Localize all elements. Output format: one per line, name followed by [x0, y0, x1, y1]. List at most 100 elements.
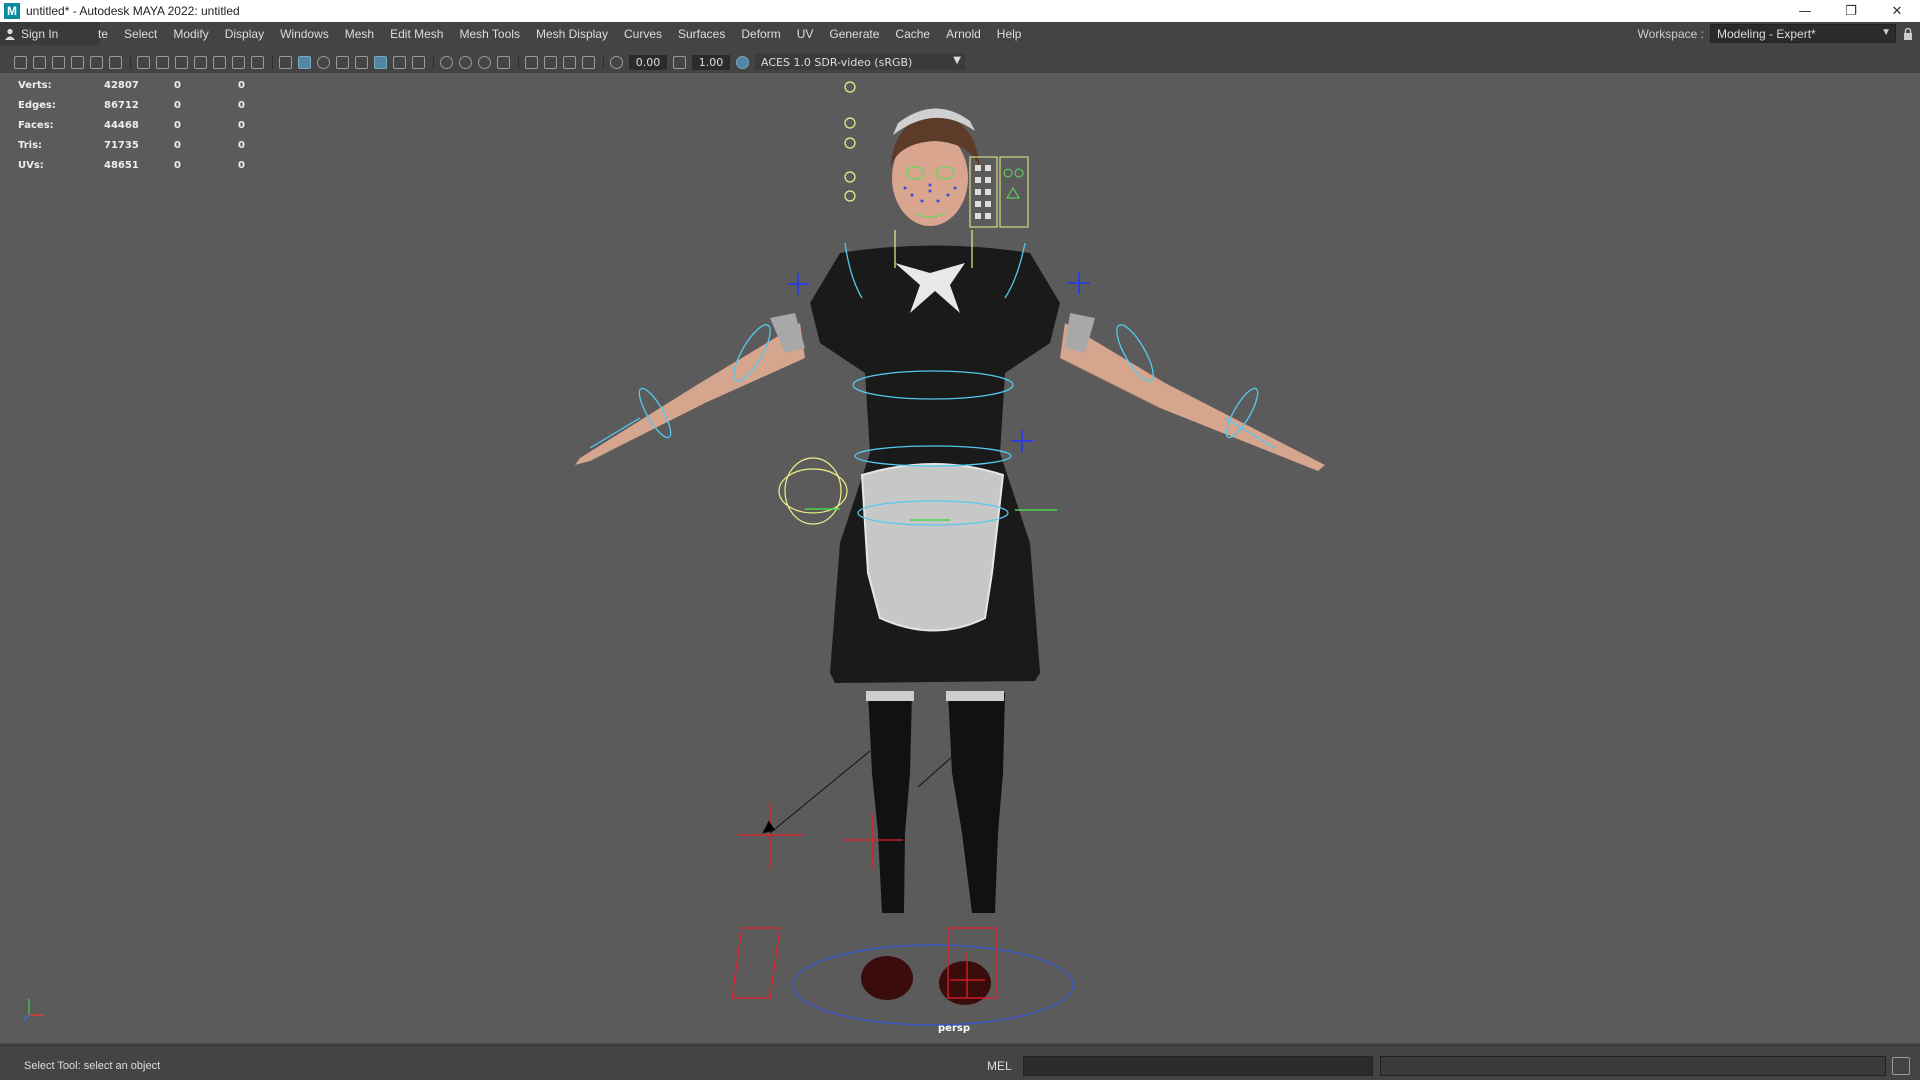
menu-item-windows[interactable]: Windows [272, 27, 337, 41]
script-editor-icon[interactable] [1892, 1057, 1910, 1075]
menu-item-cache[interactable]: Cache [887, 27, 938, 41]
gamma-field[interactable]: 1.00 [692, 54, 730, 70]
menu-item-select[interactable]: Select [116, 27, 165, 41]
menu-item-surfaces[interactable]: Surfaces [670, 27, 733, 41]
grease-pencil-icon[interactable] [90, 55, 103, 69]
textured-icon[interactable] [355, 55, 368, 69]
workspace-value: Modeling - Expert* [1717, 26, 1816, 41]
menu-item-curves[interactable]: Curves [616, 27, 670, 41]
pole-vector-lines [762, 750, 954, 834]
window-title: untitled* - Autodesk MAYA 2022: untitled [26, 4, 240, 18]
facial-control-panel[interactable] [969, 156, 1029, 228]
menu-item-arnold[interactable]: Arnold [938, 27, 989, 41]
resolution-gate-icon[interactable] [175, 55, 188, 69]
menu-item-mesh-display[interactable]: Mesh Display [528, 27, 616, 41]
select-camera-icon[interactable] [14, 55, 27, 69]
right-leg-mesh[interactable] [948, 693, 1005, 913]
view-transform-value: ACES 1.0 SDR-video (sRGB) [761, 55, 913, 69]
menu-item-partial[interactable]: te [98, 27, 116, 41]
menu-items: te Select Modify Display Windows Mesh Ed… [98, 22, 1029, 45]
workspace-label: Workspace : [1637, 26, 1704, 41]
chevron-down-icon: ▼ [1881, 27, 1891, 38]
maximize-button[interactable]: ❐ [1828, 0, 1874, 22]
sign-in-button[interactable]: Sign In [0, 22, 100, 45]
default-material-icon[interactable] [317, 55, 330, 69]
left-shoe-mesh[interactable] [861, 956, 913, 1000]
viewport-panel-toolbar: 0.00 1.00 ACES 1.0 SDR-video (sRGB) ▼ [0, 52, 1920, 72]
smooth-shade-icon[interactable] [298, 55, 311, 69]
wireframe-icon[interactable] [279, 55, 292, 69]
anti-aliasing-icon[interactable] [478, 55, 491, 69]
rigged-character-scene[interactable] [0, 73, 1920, 1043]
toolbar-separator [518, 55, 519, 69]
film-gate-icon[interactable] [156, 55, 169, 69]
window-controls: — ❐ ✕ [1782, 0, 1920, 22]
workspace-selector: Workspace : Modeling - Expert* ▼ [1638, 22, 1920, 45]
apron-mesh[interactable] [860, 463, 1005, 632]
minimize-button[interactable]: — [1782, 0, 1828, 22]
motion-blur-icon[interactable] [459, 55, 472, 69]
right-arm-mesh[interactable] [1060, 323, 1325, 471]
workspace-dropdown[interactable]: Modeling - Expert* ▼ [1710, 24, 1896, 43]
menu-item-display[interactable]: Display [217, 27, 272, 41]
left-arm-mesh[interactable] [575, 323, 805, 465]
isolate-select-icon[interactable] [525, 55, 538, 69]
exposure-field[interactable]: 0.00 [629, 54, 667, 70]
toolbar-separator [603, 55, 604, 69]
title-bar: M untitled* - Autodesk MAYA 2022: untitl… [0, 0, 1920, 22]
command-result-field [1380, 1056, 1886, 1076]
bookmarks-icon[interactable] [52, 55, 65, 69]
menu-item-help[interactable]: Help [989, 27, 1030, 41]
script-language-toggle[interactable]: MEL [987, 1059, 1012, 1073]
maya-logo-icon: M [4, 3, 20, 19]
mel-command-input[interactable] [1023, 1056, 1373, 1076]
menu-item-generate[interactable]: Generate [821, 27, 887, 41]
chevron-down-icon: ▼ [953, 55, 961, 66]
2d-pan-zoom-icon[interactable] [109, 55, 122, 69]
gate-mask-icon[interactable] [194, 55, 207, 69]
shadows-icon[interactable] [412, 55, 425, 69]
right-stocking-band [946, 691, 1004, 701]
toolbar-separator [272, 55, 273, 69]
user-icon [5, 28, 15, 40]
grid-icon[interactable] [137, 55, 150, 69]
command-line-bar: Select Tool: select an object MEL [0, 1052, 1920, 1080]
menu-item-mesh[interactable]: Mesh [337, 27, 382, 41]
lock-icon[interactable] [1896, 27, 1920, 40]
camera-attributes-icon[interactable] [33, 55, 46, 69]
left-leg-mesh[interactable] [868, 693, 912, 913]
menu-item-deform[interactable]: Deform [733, 27, 788, 41]
xray-icon[interactable] [374, 55, 387, 69]
field-chart-icon[interactable] [213, 55, 226, 69]
view-axis-icon [22, 999, 44, 1022]
menu-item-uv[interactable]: UV [789, 27, 822, 41]
menu-item-edit-mesh[interactable]: Edit Mesh [382, 27, 451, 41]
view-transform-dropdown[interactable]: ACES 1.0 SDR-video (sRGB) ▼ [755, 54, 965, 70]
close-button[interactable]: ✕ [1874, 0, 1920, 22]
color-management-icon[interactable] [736, 55, 749, 69]
viewport-bottom-divider [0, 1045, 1920, 1046]
xray-joints-icon[interactable] [544, 55, 557, 69]
help-line-text: Select Tool: select an object [24, 1060, 161, 1072]
wireframe-on-shaded-icon[interactable] [336, 55, 349, 69]
menu-item-modify[interactable]: Modify [165, 27, 216, 41]
camera-name-label: persp [938, 1023, 970, 1034]
safe-action-icon[interactable] [232, 55, 245, 69]
xray-active-components-icon[interactable] [563, 55, 576, 69]
toolbar-separator [130, 55, 131, 69]
gamma-icon[interactable] [673, 55, 686, 69]
main-ground-control[interactable] [792, 944, 1074, 1026]
use-all-lights-icon[interactable] [393, 55, 406, 69]
menu-item-mesh-tools[interactable]: Mesh Tools [451, 27, 527, 41]
toolbar-separator [433, 55, 434, 69]
hud-toggle-icon[interactable] [582, 55, 595, 69]
main-menu-bar: Sign In te Select Modify Display Windows… [0, 22, 1920, 45]
sign-in-label: Sign In [21, 26, 59, 41]
safe-title-icon[interactable] [251, 55, 264, 69]
viewport-persp[interactable]: Verts: 42807 0 0 Edges: 86712 0 0 Faces:… [0, 73, 1920, 1043]
exposure-icon[interactable] [610, 55, 623, 69]
left-stocking-band [866, 691, 914, 701]
image-plane-icon[interactable] [71, 55, 84, 69]
depth-of-field-icon[interactable] [497, 55, 510, 69]
ambient-occlusion-icon[interactable] [440, 55, 453, 69]
